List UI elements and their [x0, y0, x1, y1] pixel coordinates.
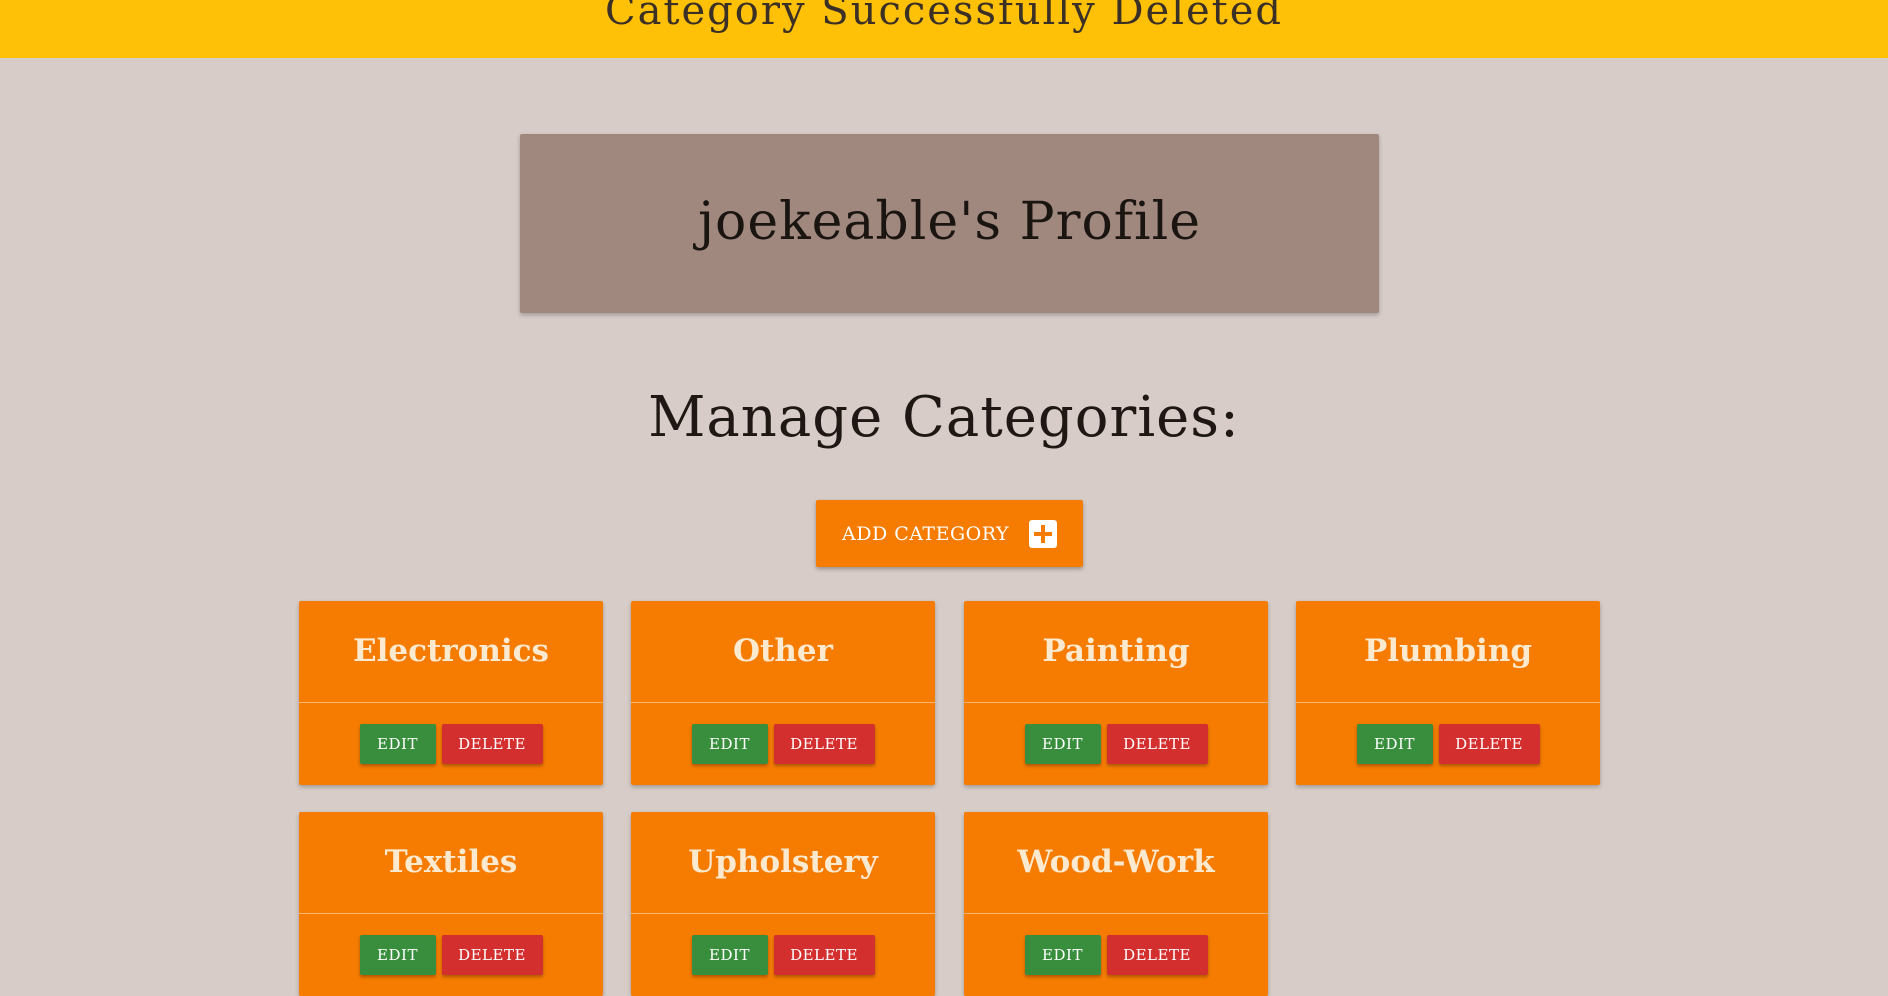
category-actions: EDIT DELETE: [299, 724, 603, 764]
category-actions: EDIT DELETE: [631, 724, 935, 764]
category-actions: EDIT DELETE: [631, 935, 935, 975]
category-name: Upholstery: [688, 844, 878, 880]
delete-button[interactable]: DELETE: [773, 724, 875, 764]
flash-message-text: Category Successfully Deleted: [604, 0, 1284, 34]
category-card: Painting EDIT DELETE: [964, 601, 1268, 785]
category-name: Electronics: [353, 633, 549, 669]
category-card: Other EDIT DELETE: [631, 601, 935, 785]
category-card: Electronics EDIT DELETE: [299, 601, 603, 785]
plus-box-icon: [1029, 519, 1057, 548]
card-divider: [631, 913, 935, 914]
category-name: Plumbing: [1363, 633, 1533, 669]
delete-button[interactable]: DELETE: [1438, 724, 1540, 764]
category-actions: EDIT DELETE: [964, 724, 1268, 764]
category-card: Upholstery EDIT DELETE: [631, 812, 935, 996]
edit-button[interactable]: EDIT: [691, 935, 768, 975]
add-category-button[interactable]: ADD CATEGORY: [816, 500, 1083, 567]
card-divider: [299, 702, 603, 703]
category-name: Painting: [1042, 633, 1190, 669]
delete-button[interactable]: DELETE: [773, 935, 875, 975]
edit-button[interactable]: EDIT: [359, 935, 436, 975]
delete-button[interactable]: DELETE: [1106, 724, 1208, 764]
add-category-label: ADD CATEGORY: [841, 522, 1009, 545]
edit-button[interactable]: EDIT: [1356, 724, 1433, 764]
edit-button[interactable]: EDIT: [691, 724, 768, 764]
card-divider: [964, 913, 1268, 914]
card-divider: [299, 913, 603, 914]
card-divider: [1296, 702, 1600, 703]
category-name: Textiles: [384, 844, 518, 880]
category-actions: EDIT DELETE: [964, 935, 1268, 975]
category-card: Textiles EDIT DELETE: [299, 812, 603, 996]
card-divider: [631, 702, 935, 703]
category-name: Wood-Work: [1017, 844, 1215, 880]
category-actions: EDIT DELETE: [1296, 724, 1600, 764]
flash-message-banner: Category Successfully Deleted: [0, 0, 1888, 58]
profile-card: joekeable's Profile: [520, 134, 1379, 313]
card-divider: [964, 702, 1268, 703]
edit-button[interactable]: EDIT: [1024, 724, 1101, 764]
category-actions: EDIT DELETE: [299, 935, 603, 975]
profile-title: joekeable's Profile: [697, 192, 1202, 252]
category-name: Other: [733, 633, 833, 669]
edit-button[interactable]: EDIT: [359, 724, 436, 764]
delete-button[interactable]: DELETE: [1106, 935, 1208, 975]
category-card: Plumbing EDIT DELETE: [1296, 601, 1600, 785]
category-card: Wood-Work EDIT DELETE: [964, 812, 1268, 996]
manage-categories-heading: Manage Categories:: [648, 385, 1240, 450]
delete-button[interactable]: DELETE: [441, 935, 543, 975]
delete-button[interactable]: DELETE: [441, 724, 543, 764]
edit-button[interactable]: EDIT: [1024, 935, 1101, 975]
